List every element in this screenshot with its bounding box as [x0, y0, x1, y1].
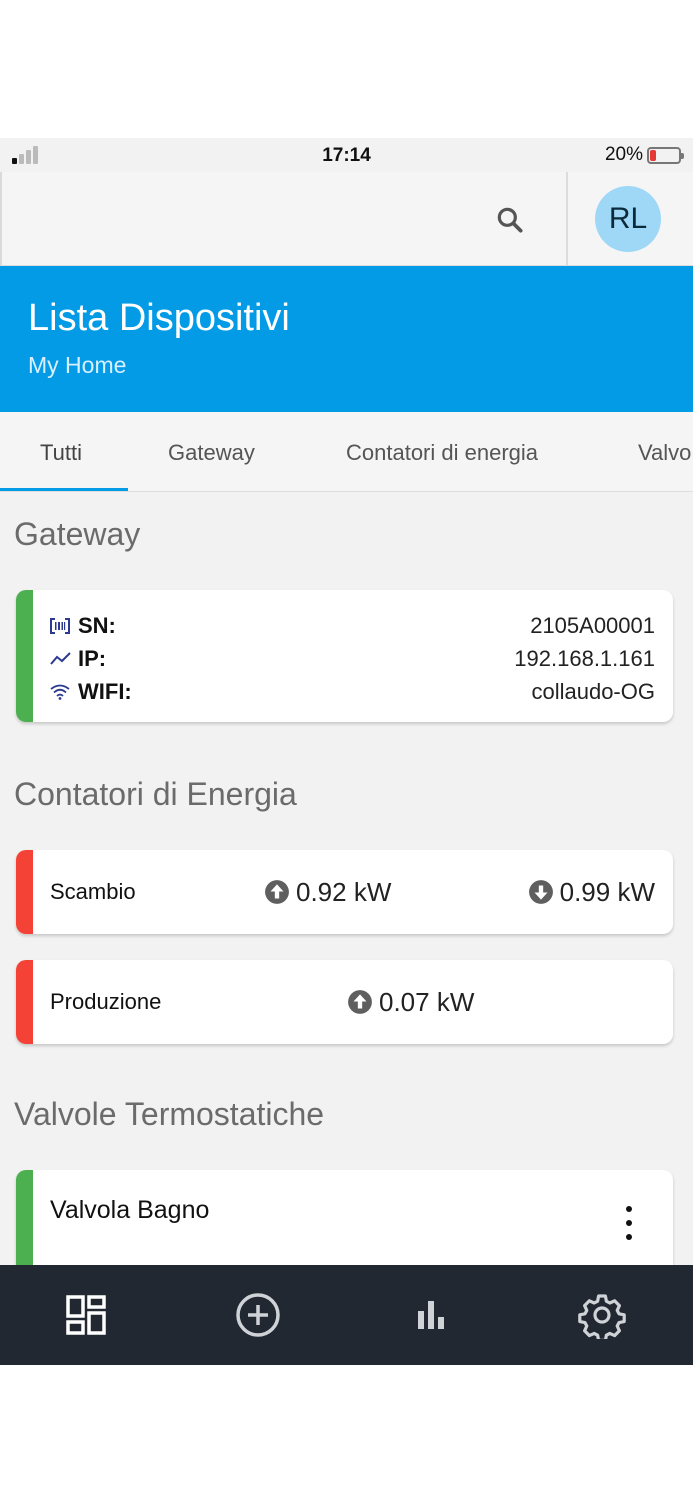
gateway-label: WIFI: — [78, 678, 132, 704]
battery-fill — [650, 149, 656, 161]
section-title-gateway: Gateway — [14, 516, 141, 552]
status-stripe — [16, 850, 33, 934]
status-stripe — [16, 960, 33, 1044]
tab-valvole[interactable]: Valvo — [638, 412, 691, 491]
valve-name: Valvola Bagno — [50, 1196, 210, 1224]
bottom-nav — [0, 1265, 693, 1365]
phone-screen: 17:14 20% RL Lista Dispositivi My Home T… — [0, 138, 693, 1365]
dashboard-icon — [66, 1295, 106, 1335]
bar-chart-icon — [418, 1301, 444, 1329]
arrow-down-circle-icon — [528, 880, 553, 904]
more-vertical-icon[interactable] — [621, 1206, 637, 1240]
app-bar: RL — [0, 172, 693, 266]
avatar[interactable]: RL — [595, 186, 661, 252]
status-time: 17:14 — [322, 145, 371, 166]
nav-add[interactable] — [234, 1291, 282, 1339]
page-header: Lista Dispositivi My Home — [0, 266, 693, 412]
tab-bar: Tutti Gateway Contatori di energia Valvo — [0, 412, 693, 492]
battery-indicator: 20% — [604, 144, 684, 166]
gear-icon — [578, 1294, 626, 1339]
nav-dashboard[interactable] — [62, 1291, 110, 1339]
meter-name: Scambio — [50, 879, 136, 904]
meter-reading-down: 0.99 kW — [528, 850, 655, 934]
gateway-value: 2105A00001 — [530, 612, 655, 638]
meter-card-scambio[interactable]: Scambio 0.92 kW 0.99 kW — [16, 850, 673, 934]
arrow-up-circle-icon — [348, 990, 372, 1014]
meter-value: 0.07 kW — [379, 986, 475, 1017]
app-bar-divider — [566, 172, 568, 266]
page-title: Lista Dispositivi — [28, 297, 290, 339]
gateway-value: 192.168.1.161 — [514, 645, 655, 671]
meter-card-produzione[interactable]: Produzione 0.07 kW — [16, 960, 673, 1044]
meter-reading-up: 0.92 kW — [264, 850, 391, 934]
gateway-row-sn: SN: 2105A00001 — [50, 609, 655, 642]
gateway-label: IP: — [78, 645, 107, 671]
battery-percent: 20% — [604, 144, 643, 165]
add-circle-icon — [236, 1293, 280, 1337]
gateway-row-ip: IP: 192.168.1.161 — [50, 642, 655, 675]
meter-value: 0.99 kW — [559, 876, 655, 907]
gateway-row-wifi: WIFI: collaudo-OG — [50, 675, 655, 708]
arrow-up-circle-icon — [265, 880, 289, 904]
gateway-card[interactable]: SN: 2105A00001 IP: 192.168.1.161 WIFI: c… — [16, 590, 673, 722]
tab-contatori-di-energia[interactable]: Contatori di energia — [346, 412, 538, 491]
search-icon — [497, 207, 523, 233]
battery-icon — [647, 146, 684, 164]
search-button[interactable] — [490, 200, 530, 240]
nav-settings[interactable] — [578, 1291, 626, 1339]
barcode-icon — [50, 617, 78, 634]
meter-reading-up: 0.07 kW — [347, 960, 474, 1044]
wifi-icon — [50, 684, 78, 700]
meter-value: 0.92 kW — [296, 876, 392, 907]
trend-line-icon — [50, 651, 78, 666]
page-subtitle: My Home — [28, 352, 127, 378]
section-title-valves: Valvole Termostatiche — [14, 1096, 325, 1132]
drawer-edge — [0, 172, 2, 266]
tab-tutti[interactable]: Tutti — [40, 412, 82, 491]
gateway-label: SN: — [78, 612, 116, 638]
nav-stats[interactable] — [406, 1291, 454, 1339]
status-stripe — [16, 590, 33, 722]
section-title-energy: Contatori di Energia — [14, 776, 297, 812]
meter-name: Produzione — [50, 989, 162, 1014]
status-bar: 17:14 20% — [0, 138, 693, 172]
tab-indicator — [0, 488, 128, 491]
tab-gateway[interactable]: Gateway — [168, 412, 255, 491]
gateway-value: collaudo-OG — [531, 678, 655, 704]
